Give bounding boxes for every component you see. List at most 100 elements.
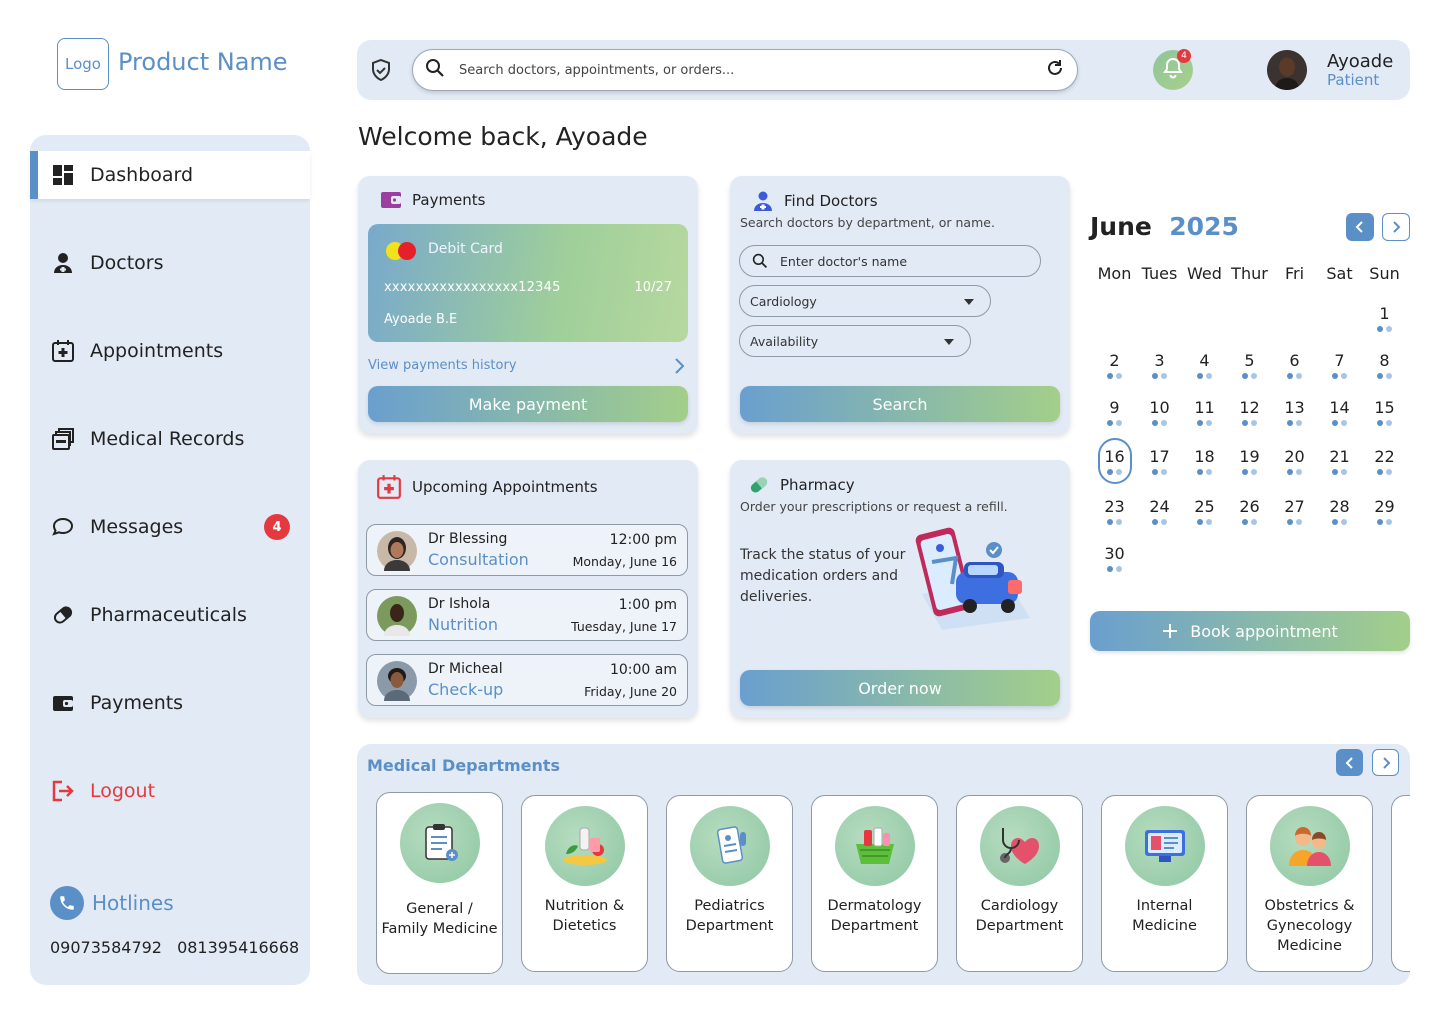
calendar-day[interactable]: 10 xyxy=(1137,398,1182,417)
hotlines-label: Hotlines xyxy=(92,891,174,915)
calendar-day[interactable]: 17 xyxy=(1137,447,1182,466)
appointment-item[interactable]: Dr Micheal Check-up 10:00 am Friday, Jun… xyxy=(366,654,688,706)
calendar-day[interactable]: 19 xyxy=(1227,447,1272,466)
calendar-day-dots xyxy=(1272,420,1317,426)
department-label: Obstetrics & Gynecology Medicine xyxy=(1264,898,1355,954)
appointment-type: Check-up xyxy=(428,680,504,699)
calendar-day[interactable]: 30 xyxy=(1092,544,1137,563)
debit-card[interactable]: Debit Card xxxxxxxxxxxxxxxxx12345 10/27 … xyxy=(368,224,688,342)
sidebar-item-doctors[interactable]: Doctors xyxy=(30,239,310,287)
department-card-obstetrics[interactable]: Obstetrics & Gynecology Medicine xyxy=(1246,795,1373,972)
calendar-day[interactable]: 18 xyxy=(1182,447,1227,466)
avatar[interactable] xyxy=(1267,50,1307,90)
sidebar-item-dashboard[interactable]: Dashboard xyxy=(30,151,310,199)
calendar-day-dots xyxy=(1227,519,1272,525)
view-payments-history-link[interactable]: View payments history xyxy=(368,358,517,373)
medical-chart-icon xyxy=(690,806,770,886)
department-card-cardiology[interactable]: Cardiology Department xyxy=(956,795,1083,972)
welcome-heading: Welcome back, Ayoade xyxy=(358,122,648,151)
calendar-weekday: Sun xyxy=(1369,264,1400,283)
department-card-pediatrics[interactable]: Pediatrics Department xyxy=(666,795,793,972)
search-doctors-button[interactable]: Search xyxy=(740,386,1060,422)
calendar-day-dots xyxy=(1362,469,1407,475)
calendar-day[interactable]: 4 xyxy=(1182,351,1227,370)
calendar-day[interactable]: 11 xyxy=(1182,398,1227,417)
calendar-day[interactable]: 13 xyxy=(1272,398,1317,417)
department-label: Internal Medicine xyxy=(1132,898,1197,934)
shield-icon[interactable] xyxy=(370,58,392,86)
doctor-name-placeholder: Enter doctor's name xyxy=(780,253,908,269)
departments-next-button[interactable] xyxy=(1372,749,1399,776)
calendar-weekday: Thur xyxy=(1231,264,1268,283)
calendar-day[interactable]: 22 xyxy=(1362,447,1407,466)
calendar-day[interactable]: 2 xyxy=(1092,351,1137,370)
calendar-plus-icon xyxy=(50,338,76,364)
calendar-day[interactable]: 15 xyxy=(1362,398,1407,417)
department-card-general[interactable]: General / Family Medicine xyxy=(376,792,503,974)
sidebar-item-payments[interactable]: Payments xyxy=(30,679,310,727)
department-select[interactable]: Cardiology xyxy=(739,285,991,317)
calendar-day[interactable]: 20 xyxy=(1272,447,1317,466)
calendar-day-dots xyxy=(1272,469,1317,475)
doctor-icon xyxy=(752,191,774,211)
doctor-avatar xyxy=(377,661,417,701)
department-card-partial[interactable] xyxy=(1391,795,1410,972)
calendar-day[interactable]: 6 xyxy=(1272,351,1317,370)
sidebar-item-pharmaceuticals[interactable]: Pharmaceuticals xyxy=(30,591,310,639)
department-card-internal-medicine[interactable]: Internal Medicine xyxy=(1101,795,1228,972)
calendar-day[interactable]: 5 xyxy=(1227,351,1272,370)
calendar-day[interactable]: 9 xyxy=(1092,398,1137,417)
sidebar-item-messages[interactable]: Messages 4 xyxy=(30,503,310,551)
phone-icon xyxy=(50,886,84,920)
pharmacy-title: Pharmacy xyxy=(748,474,855,496)
skincare-basket-icon xyxy=(835,806,915,886)
refresh-icon[interactable] xyxy=(1045,58,1065,82)
calendar-day-dots xyxy=(1317,373,1362,379)
sidebar-item-appointments[interactable]: Appointments xyxy=(30,327,310,375)
doctor-name-field[interactable]: Enter doctor's name xyxy=(739,245,1041,277)
appointment-item[interactable]: Dr Blessing Consultation 12:00 pm Monday… xyxy=(366,524,688,576)
calendar-day[interactable]: 12 xyxy=(1227,398,1272,417)
calendar-day[interactable]: 26 xyxy=(1227,497,1272,516)
calendar-day[interactable]: 29 xyxy=(1362,497,1407,516)
order-now-button[interactable]: Order now xyxy=(740,670,1060,706)
calendar-day[interactable]: 1 xyxy=(1362,304,1407,323)
calendar-day[interactable]: 27 xyxy=(1272,497,1317,516)
today-indicator xyxy=(1098,438,1132,484)
sidebar: Dashboard Doctors Appointments Medical R… xyxy=(30,135,310,985)
calendar-next-button[interactable] xyxy=(1382,213,1410,241)
book-appointment-button[interactable]: Book appointment xyxy=(1090,611,1410,651)
calendar-day[interactable]: 3 xyxy=(1137,351,1182,370)
calendar-day[interactable]: 25 xyxy=(1182,497,1227,516)
calendar-prev-button[interactable] xyxy=(1346,213,1374,241)
calendar-day[interactable]: 24 xyxy=(1137,497,1182,516)
calendar-day-dots xyxy=(1182,373,1227,379)
calendar-day-dots xyxy=(1092,420,1137,426)
departments-prev-button[interactable] xyxy=(1336,749,1363,776)
calendar-day[interactable]: 8 xyxy=(1362,351,1407,370)
sidebar-item-logout[interactable]: Logout xyxy=(30,767,310,815)
calendar-day[interactable]: 14 xyxy=(1317,398,1362,417)
hotlines[interactable]: Hotlines xyxy=(50,886,174,920)
department-card-dermatology[interactable]: Dermatology Department xyxy=(811,795,938,972)
calendar-day[interactable]: 28 xyxy=(1317,497,1362,516)
make-payment-button[interactable]: Make payment xyxy=(368,386,688,422)
delivery-illustration xyxy=(912,522,1038,642)
calendar-day-dots xyxy=(1317,420,1362,426)
user-name: Ayoade xyxy=(1327,51,1394,72)
calendar-weekday: Wed xyxy=(1187,264,1222,283)
calendar-day[interactable]: 23 xyxy=(1092,497,1137,516)
sidebar-item-medical-records[interactable]: Medical Records xyxy=(30,415,310,463)
product-name: Product Name xyxy=(118,48,288,76)
availability-select[interactable]: Availability xyxy=(739,325,971,357)
appointment-item[interactable]: Dr Ishola Nutrition 1:00 pm Tuesday, Jun… xyxy=(366,589,688,641)
calendar-day-dots xyxy=(1317,469,1362,475)
search-input[interactable] xyxy=(459,62,1045,78)
calendar-day[interactable]: 7 xyxy=(1317,351,1362,370)
payments-title-text: Payments xyxy=(412,191,486,209)
calendar-day[interactable]: 21 xyxy=(1317,447,1362,466)
department-card-nutrition[interactable]: Nutrition & Dietetics xyxy=(521,795,648,972)
chevron-right-icon[interactable] xyxy=(672,357,686,379)
logout-icon xyxy=(50,778,76,804)
logo: Logo xyxy=(57,38,109,90)
